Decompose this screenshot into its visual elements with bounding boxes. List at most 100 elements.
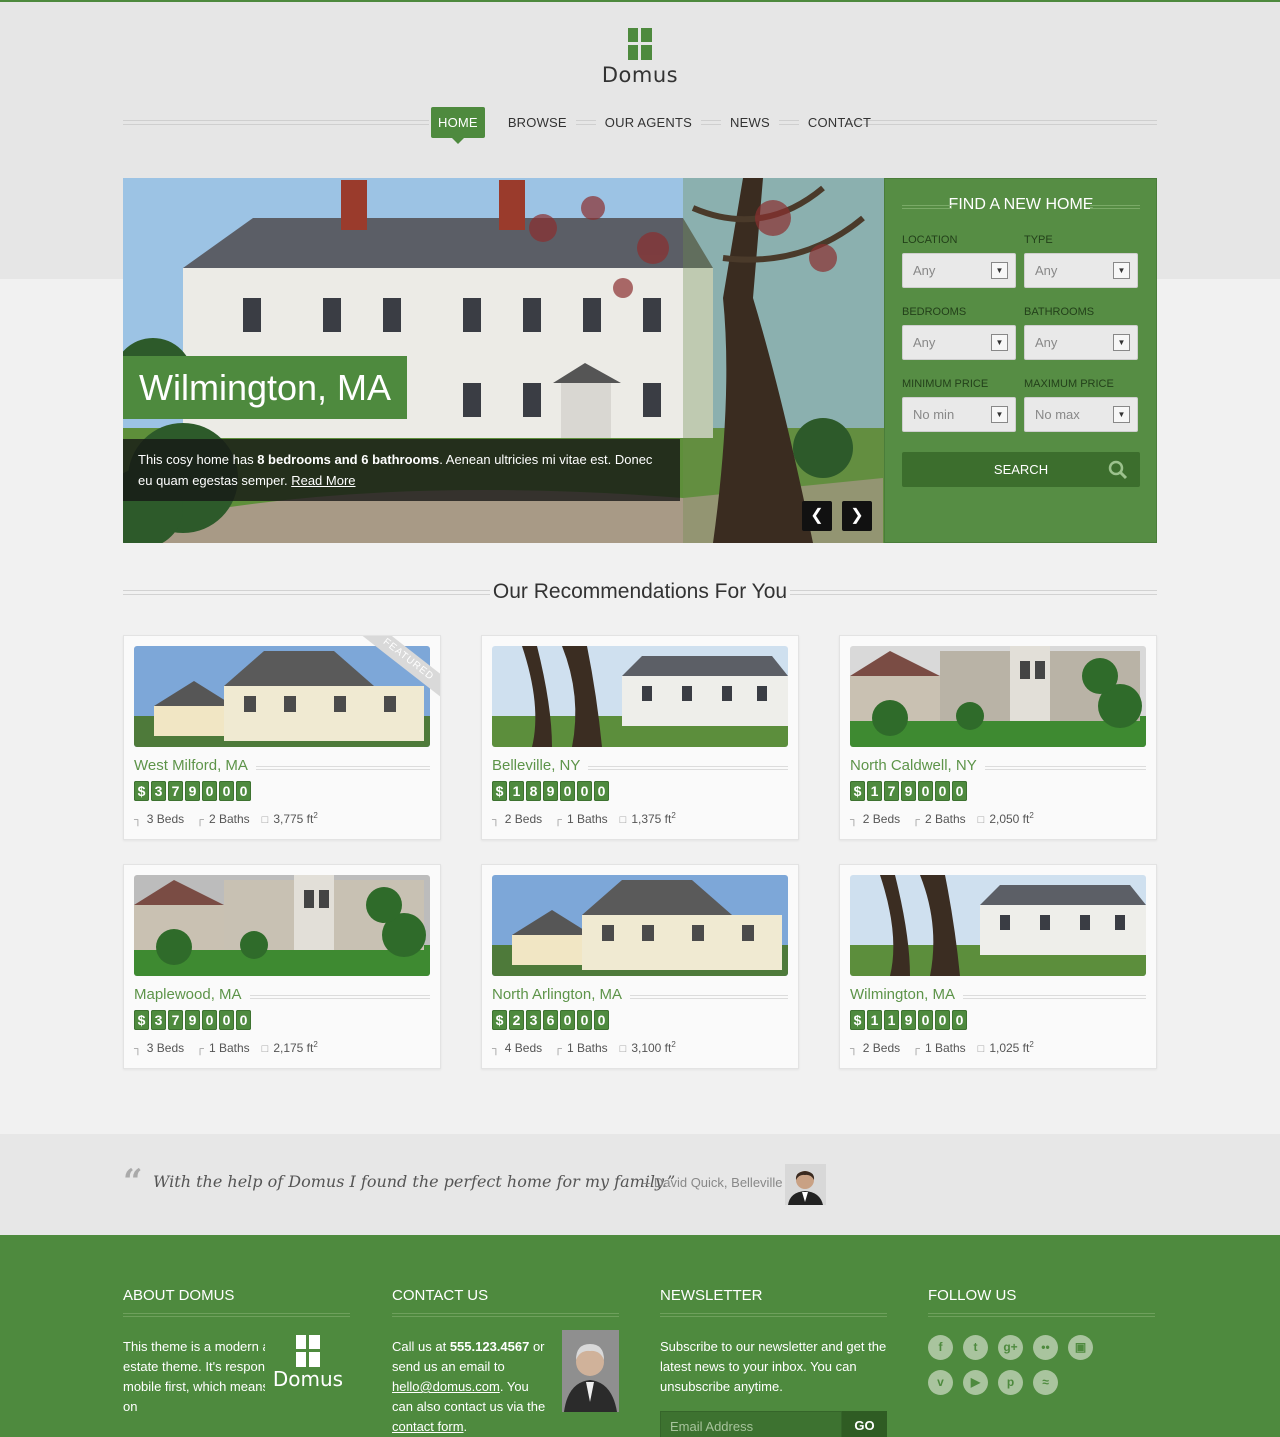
youtube-icon[interactable]: ▶	[963, 1370, 988, 1395]
logo-mark-icon	[628, 28, 652, 60]
contact-form-link[interactable]: contact form	[392, 1419, 464, 1434]
footer-logo-text: Domus	[272, 1367, 344, 1391]
listing-card[interactable]: Maplewood, MA $3 7 9 0 0 0 ┐ 3 Beds ┌ 1 Baths □ 2,17…	[123, 864, 441, 1069]
search-button[interactable]: SEARCH	[902, 452, 1140, 487]
price-digit: 0	[219, 781, 234, 801]
listing-photo[interactable]	[850, 646, 1146, 747]
nav-item-news[interactable]: NEWS	[721, 107, 779, 138]
listing-price: $3 7 9 0 0 0	[134, 1010, 251, 1030]
listing-price: $1 8 9 0 0 0	[492, 781, 609, 801]
footer-logo: Domus	[265, 1335, 351, 1397]
nav-item-our-agents[interactable]: OUR AGENTS	[596, 107, 701, 138]
price-digit: $	[492, 1010, 507, 1030]
listing-city[interactable]: North Arlington, MA	[492, 986, 631, 1003]
contact-email-link[interactable]: hello@domus.com	[392, 1379, 500, 1394]
twitter-icon[interactable]: t	[963, 1335, 988, 1360]
listing-photo[interactable]	[134, 646, 430, 747]
listing-city[interactable]: Belleville, NY	[492, 757, 589, 774]
area-size: □ 2,175 ft2	[261, 1040, 318, 1055]
min-price-label: MINIMUM PRICE	[902, 378, 989, 390]
rss-icon[interactable]: ≈	[1033, 1370, 1058, 1395]
price-digit: 7	[168, 781, 183, 801]
price-digit: 0	[219, 1010, 234, 1030]
bed-icon: ┐	[492, 1042, 500, 1055]
price-digit: 0	[560, 781, 575, 801]
baths-count: ┌ 1 Baths	[554, 1040, 608, 1055]
listing-card[interactable]: North Arlington, MA $2 3 6 0 0 0 ┐ 4 Beds ┌ 1 Bath…	[481, 864, 799, 1069]
price-digit: $	[492, 781, 507, 801]
pinterest-icon[interactable]: p	[998, 1370, 1023, 1395]
price-digit: 3	[526, 1010, 541, 1030]
area-size: □ 3,775 ft2	[261, 811, 318, 826]
listing-card[interactable]: North Caldwell, NY $1 7 9 0 0 0 ┐ 2 Beds ┌ 2 Baths…	[839, 635, 1157, 840]
max-price-select[interactable]: No max ▼	[1024, 397, 1138, 432]
listing-meta: ┐ 4 Beds ┌ 1 Baths □ 3,100 ft2	[492, 1040, 676, 1055]
listing-photo[interactable]	[134, 875, 430, 976]
bath-icon: ┌	[196, 1042, 204, 1055]
nav-item-browse[interactable]: BROWSE	[499, 107, 576, 138]
type-select[interactable]: Any ▼	[1024, 253, 1138, 288]
read-more-link[interactable]: Read More	[291, 473, 355, 488]
newsletter-go-button[interactable]: GO	[842, 1411, 887, 1437]
price-digit: 0	[560, 1010, 575, 1030]
price-digit: 9	[185, 1010, 200, 1030]
listing-card[interactable]: FEATURED West Milford, MA $3 7 9 0 0 0 ┐ 3 Beds ┌ 2…	[123, 635, 441, 840]
area-icon: □	[261, 1043, 269, 1055]
social-links: f t g+ •• ▣ v ▶ p ≈	[928, 1335, 1118, 1395]
location-select[interactable]: Any ▼	[902, 253, 1016, 288]
listing-photo[interactable]	[492, 875, 788, 976]
listing-meta: ┐ 2 Beds ┌ 1 Baths □ 1,025 ft2	[850, 1040, 1034, 1055]
nav-item-contact[interactable]: CONTACT	[799, 107, 880, 138]
contact-text-4: .	[463, 1419, 468, 1434]
bedrooms-select[interactable]: Any ▼	[902, 325, 1016, 360]
footer-newsletter: NEWSLETTER Subscribe to our newsletter a…	[660, 1287, 887, 1397]
top-accent-line	[0, 0, 1280, 2]
area-icon: □	[977, 814, 985, 826]
listing-city[interactable]: North Caldwell, NY	[850, 757, 985, 774]
facebook-icon[interactable]: f	[928, 1335, 953, 1360]
nav-item-home[interactable]: HOME	[431, 107, 485, 144]
beds-count: ┐ 3 Beds	[134, 1040, 185, 1055]
price-digit: 3	[151, 781, 166, 801]
price-digit: $	[850, 1010, 865, 1030]
contact-text: Call us at	[392, 1339, 450, 1354]
site-footer: ABOUT DOMUS This theme is a modern and s…	[0, 1235, 1280, 1437]
price-digit: 3	[151, 1010, 166, 1030]
listing-city[interactable]: Maplewood, MA	[134, 986, 250, 1003]
price-digit: 0	[577, 1010, 592, 1030]
flickr-icon[interactable]: ••	[1033, 1335, 1058, 1360]
bathrooms-select[interactable]: Any ▼	[1024, 325, 1138, 360]
listing-meta: ┐ 3 Beds ┌ 1 Baths □ 2,175 ft2	[134, 1040, 318, 1055]
price-digit: 1	[867, 1010, 882, 1030]
price-digit: 0	[202, 1010, 217, 1030]
listing-city[interactable]: Wilmington, MA	[850, 986, 964, 1003]
listing-price: $2 3 6 0 0 0	[492, 1010, 609, 1030]
footer-contact-text: Call us at 555.123.4567 or send us an em…	[392, 1337, 552, 1437]
hero-slider[interactable]: Wilmington, MA This cosy home has 8 bedr…	[123, 178, 884, 543]
title-rule	[1090, 205, 1140, 209]
area-size: □ 3,100 ft2	[619, 1040, 676, 1055]
site-logo[interactable]: Domus	[590, 28, 690, 87]
listing-meta: ┐ 2 Beds ┌ 1 Baths □ 1,375 ft2	[492, 811, 676, 826]
vimeo-icon[interactable]: v	[928, 1370, 953, 1395]
slider-next-button[interactable]: ❯	[842, 501, 872, 531]
area-size: □ 1,375 ft2	[619, 811, 676, 826]
slider-prev-button[interactable]: ❮	[802, 501, 832, 531]
listing-card[interactable]: Belleville, NY $1 8 9 0 0 0 ┐ 2 Beds ┌ 1 Baths □ 1,3…	[481, 635, 799, 840]
newsletter-email-input[interactable]: Email Address	[660, 1411, 842, 1437]
price-digit: 2	[509, 1010, 524, 1030]
listing-card[interactable]: Wilmington, MA $1 1 9 0 0 0 ┐ 2 Beds ┌ 1 Baths □ 1,0…	[839, 864, 1157, 1069]
min-price-select[interactable]: No min ▼	[902, 397, 1016, 432]
listing-photo[interactable]	[850, 875, 1146, 976]
beds-count: ┐ 2 Beds	[492, 811, 543, 826]
instagram-icon[interactable]: ▣	[1068, 1335, 1093, 1360]
type-label: TYPE	[1024, 234, 1053, 246]
google-plus-icon[interactable]: g+	[998, 1335, 1023, 1360]
listing-city[interactable]: West Milford, MA	[134, 757, 256, 774]
dropdown-arrow-icon: ▼	[991, 406, 1008, 423]
location-label: LOCATION	[902, 234, 958, 246]
price-digit: 9	[185, 781, 200, 801]
footer-newsletter-text: Subscribe to our newsletter and get the …	[660, 1339, 887, 1394]
listing-photo[interactable]	[492, 646, 788, 747]
bedrooms-label: BEDROOMS	[902, 306, 967, 318]
